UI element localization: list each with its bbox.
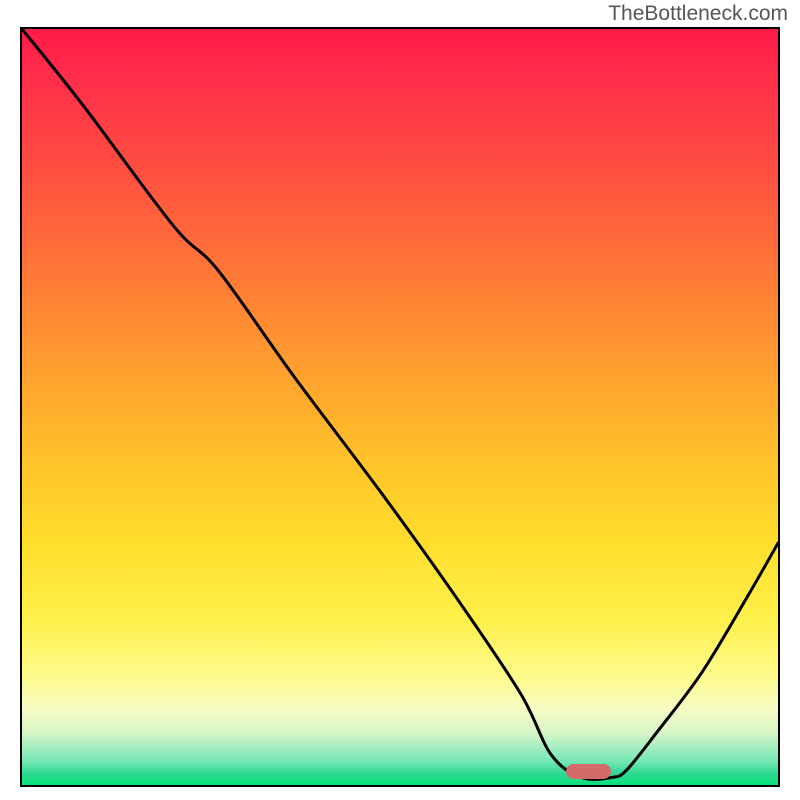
- optimum-marker: [566, 764, 611, 779]
- watermark-text: TheBottleneck.com: [608, 2, 788, 26]
- plot-area: [20, 27, 780, 787]
- curve-svg: [22, 29, 778, 785]
- bottleneck-chart: TheBottleneck.com: [0, 0, 800, 800]
- bottleneck-curve: [22, 29, 778, 779]
